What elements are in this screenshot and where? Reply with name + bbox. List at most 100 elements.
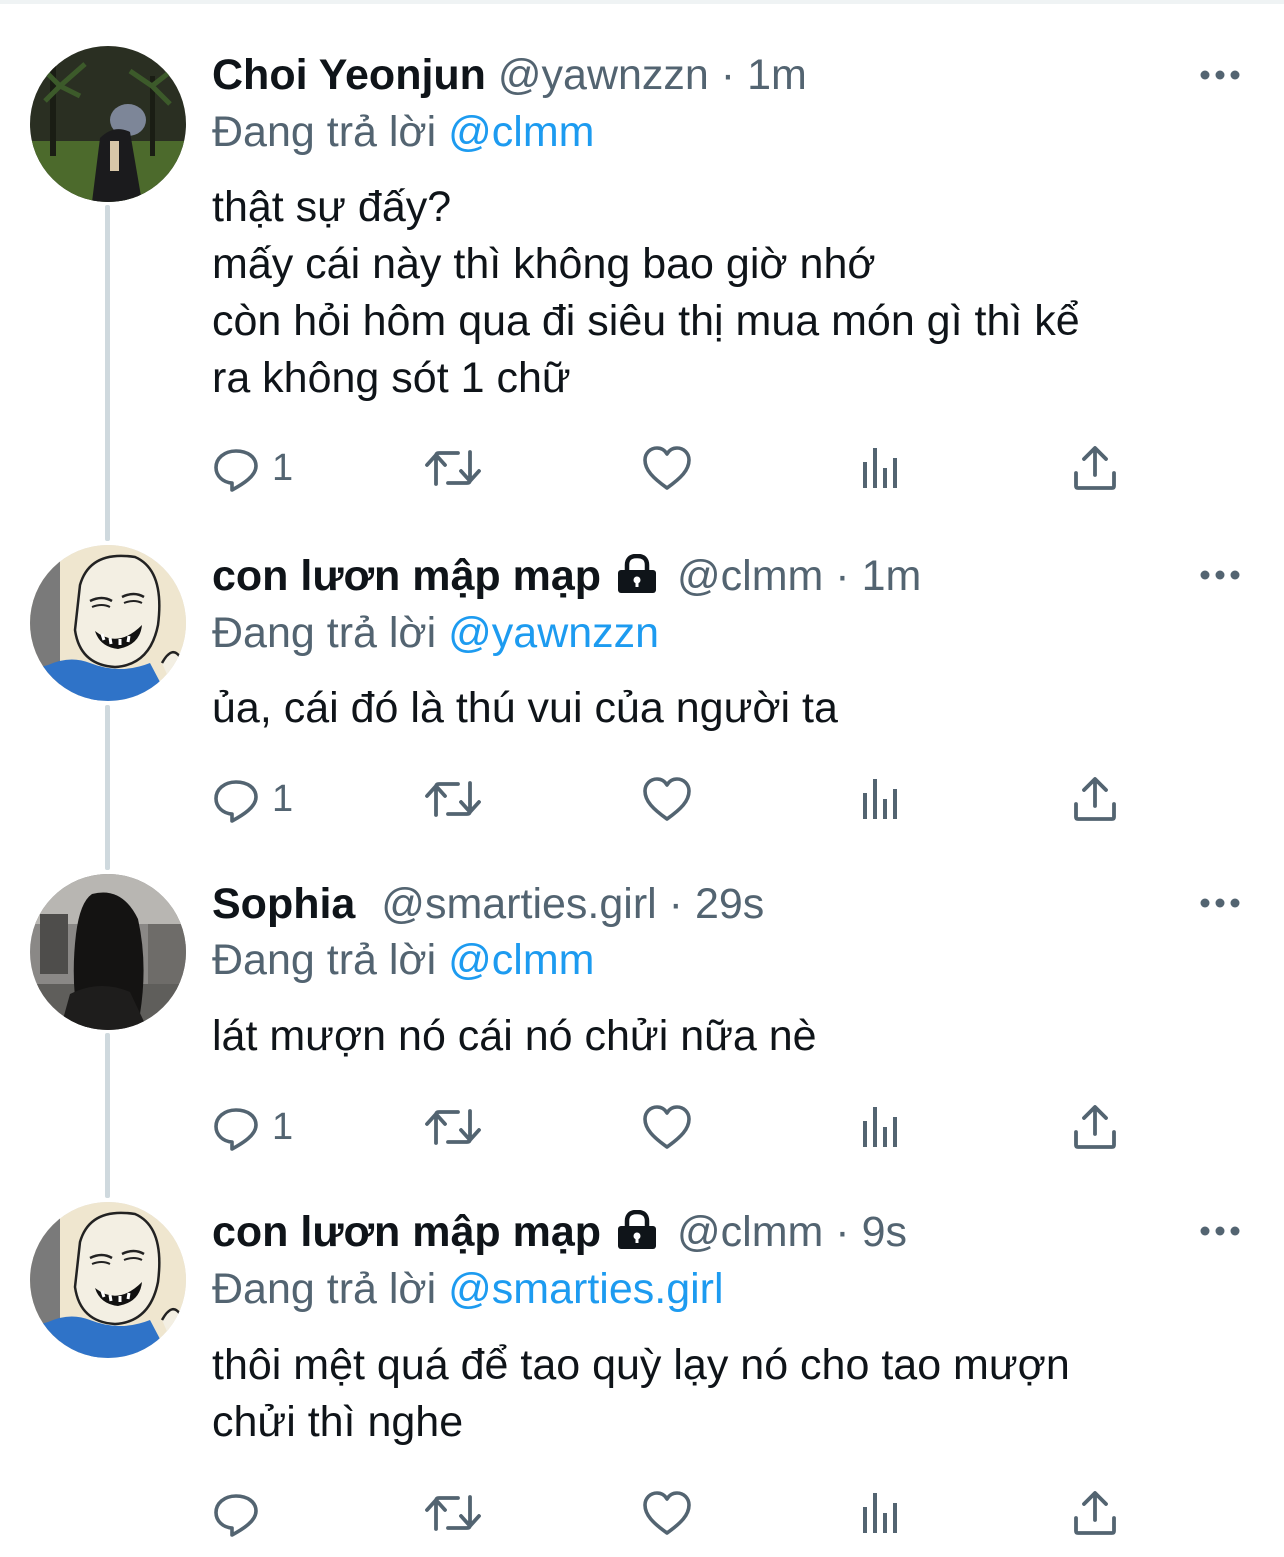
like-button[interactable]: [642, 1102, 692, 1152]
timestamp[interactable]: 1m: [862, 552, 922, 600]
avatar[interactable]: [30, 545, 186, 701]
share-icon: [1074, 446, 1116, 490]
share-button[interactable]: [1072, 1488, 1118, 1538]
retweet-button[interactable]: [424, 774, 482, 824]
display-name[interactable]: Choi Yeonjun: [212, 51, 486, 99]
like-button[interactable]: [642, 774, 692, 824]
avatar[interactable]: [30, 874, 186, 1030]
user-handle[interactable]: @clmm: [677, 1208, 823, 1256]
reply-count: 1: [272, 446, 294, 489]
more-options-button[interactable]: [1198, 65, 1242, 85]
text-line: thật sự đấy?: [212, 183, 452, 231]
retweet-button[interactable]: [424, 1102, 482, 1152]
user-handle[interactable]: @smarties.girl: [381, 880, 656, 928]
user-handle[interactable]: @clmm: [677, 552, 823, 600]
reply-button[interactable]: 1: [212, 443, 293, 493]
reply-icon: [214, 1494, 258, 1537]
text-line: mấy cái này thì không bao giờ nhớ: [212, 240, 876, 288]
separator-dot: ·: [720, 51, 736, 99]
views-icon: [863, 1107, 897, 1147]
timestamp[interactable]: 1m: [747, 51, 807, 99]
separator-dot: ·: [835, 552, 850, 600]
more-options-button[interactable]: [1198, 1221, 1242, 1241]
retweet-button[interactable]: [424, 1488, 482, 1538]
text-line: ủa, cái đó là thú vui của người ta: [212, 684, 838, 732]
replying-to: Đang trả lời @clmm: [212, 106, 594, 158]
views-button[interactable]: [860, 1102, 904, 1152]
share-button[interactable]: [1072, 1102, 1118, 1152]
action-bar: 1: [212, 443, 1212, 493]
timestamp[interactable]: 29s: [695, 880, 764, 928]
mention-link[interactable]: @clmm: [448, 936, 594, 984]
text-line: chửi thì nghe: [212, 1398, 464, 1446]
views-icon: [863, 1493, 897, 1533]
thread-line: [105, 205, 110, 541]
more-icon: [1200, 570, 1240, 580]
share-icon: [1074, 777, 1116, 821]
views-icon: [863, 448, 897, 488]
retweet-icon: [425, 1109, 481, 1145]
more-options-button[interactable]: [1198, 565, 1242, 585]
replying-to: Đang trả lời @yawnzzn: [212, 607, 659, 659]
replying-to-label: Đang trả lời: [212, 108, 437, 156]
reply-button[interactable]: [212, 1488, 272, 1538]
tweet-text: thôi mệt quá để tao quỳ lạy nó cho tao m…: [212, 1337, 1242, 1451]
like-button[interactable]: [642, 1488, 692, 1538]
more-icon: [1200, 1226, 1240, 1236]
reply-button[interactable]: 1: [212, 774, 293, 824]
tweet-text: ủa, cái đó là thú vui của người ta: [212, 680, 1242, 737]
retweet-icon: [425, 450, 481, 486]
reply-icon: [214, 449, 258, 492]
separator-dot: ·: [668, 880, 683, 928]
reply-icon: [214, 780, 258, 823]
tweet-header: con lươn mập mạp @clmm · 9s: [212, 1207, 907, 1257]
retweet-icon: [425, 1495, 481, 1531]
separator-dot: ·: [835, 1208, 850, 1256]
reply-count: 1: [272, 777, 294, 820]
views-icon: [863, 779, 897, 819]
reply-count: 1: [272, 1105, 294, 1148]
like-icon: [643, 1491, 691, 1535]
text-line: ra không sót 1 chữ: [212, 354, 571, 402]
tweet-header: con lươn mập mạp @clmm · 1m: [212, 551, 921, 601]
share-icon: [1074, 1491, 1116, 1535]
timestamp[interactable]: 9s: [862, 1208, 907, 1256]
replying-to-label: Đang trả lời: [212, 936, 437, 984]
share-button[interactable]: [1072, 774, 1118, 824]
thread-line: [105, 705, 110, 870]
mention-link[interactable]: @yawnzzn: [448, 609, 659, 657]
mention-link[interactable]: @clmm: [448, 108, 594, 156]
views-button[interactable]: [860, 774, 904, 824]
like-icon: [643, 777, 691, 821]
text-line: còn hỏi hôm qua đi siêu thị mua món gì t…: [212, 297, 1080, 345]
replying-to: Đang trả lời @smarties.girl: [212, 1263, 724, 1315]
views-button[interactable]: [860, 1488, 904, 1538]
display-name[interactable]: Sophia: [212, 880, 355, 928]
thread-line: [105, 1033, 110, 1198]
share-button[interactable]: [1072, 443, 1118, 493]
replying-to-label: Đang trả lời: [212, 1265, 437, 1313]
more-options-button[interactable]: [1198, 893, 1242, 913]
retweet-icon: [425, 781, 481, 817]
replying-to-label: Đang trả lời: [212, 609, 437, 657]
replying-to: Đang trả lời @clmm: [212, 934, 594, 986]
mention-link[interactable]: @smarties.girl: [448, 1265, 723, 1313]
share-icon: [1074, 1105, 1116, 1149]
action-bar: 1: [212, 774, 1212, 824]
retweet-button[interactable]: [424, 443, 482, 493]
more-icon: [1200, 898, 1240, 908]
tweet-header: Choi Yeonjun @yawnzzn · 1m: [212, 50, 807, 100]
avatar[interactable]: [30, 46, 186, 202]
like-button[interactable]: [642, 443, 692, 493]
display-name[interactable]: con lươn mập mạp: [212, 1208, 601, 1256]
reply-icon: [214, 1108, 258, 1151]
like-icon: [643, 1105, 691, 1149]
display-name[interactable]: con lươn mập mạp: [212, 552, 601, 600]
tweet-text: lát mượn nó cái nó chửi nữa nè: [212, 1008, 1242, 1065]
text-line: thôi mệt quá để tao quỳ lạy nó cho tao m…: [212, 1341, 1070, 1389]
views-button[interactable]: [860, 443, 904, 493]
avatar[interactable]: [30, 1202, 186, 1358]
like-icon: [643, 446, 691, 490]
user-handle[interactable]: @yawnzzn: [498, 51, 709, 99]
reply-button[interactable]: 1: [212, 1102, 293, 1152]
